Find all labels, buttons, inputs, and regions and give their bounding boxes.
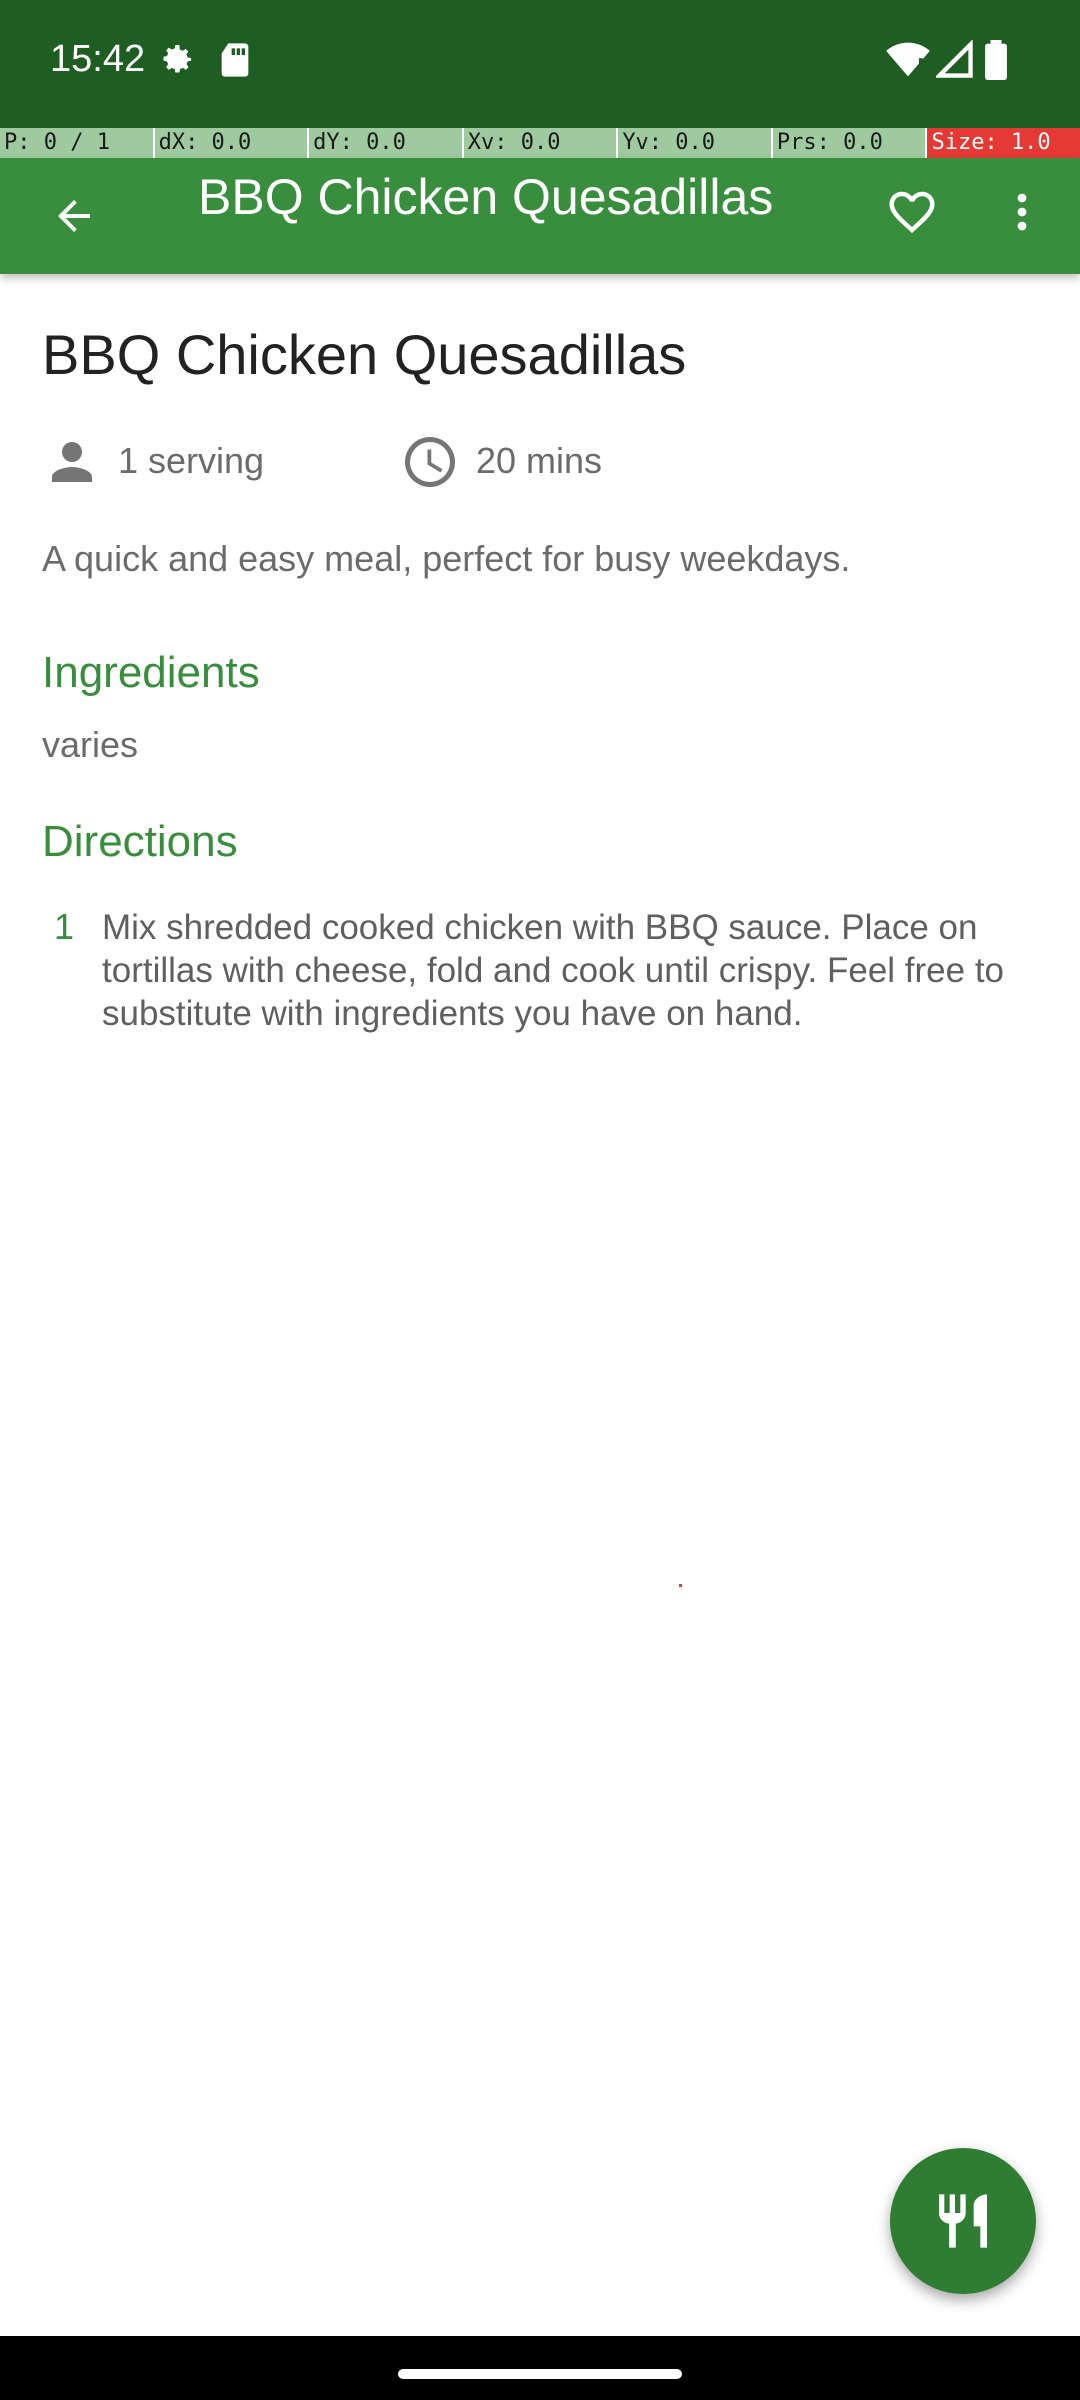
directions-heading: Directions [42,817,238,866]
heart-outline-icon [889,191,935,234]
home-gesture-handle[interactable] [398,2369,682,2379]
ingredients-heading: Ingredients [42,648,260,697]
pointer-location-overlay: P: 0 / 1 dX: 0.0 dY: 0.0 Xv: 0.0 Yv: 0.0… [0,128,1080,158]
app-bar-title: BBQ Chicken Quesadillas [198,169,774,225]
cook-time-text: 20 mins [476,440,603,481]
arrow-back-icon [58,200,90,232]
pointer-size: Size: 1.0 [927,128,1080,158]
navigation-bar [0,2336,1080,2400]
direction-step-number: 1 [54,906,75,947]
pointer-count: P: 0 / 1 [0,128,155,158]
servings-text: 1 serving [118,440,265,481]
sd-card-icon [218,40,252,85]
touch-indicator-dot [679,1584,682,1587]
status-bar: 15:42 [0,0,1080,128]
recipe-description: A quick and easy meal, perfect for busy … [42,538,851,579]
cook-mode-fab[interactable] [890,2148,1036,2294]
pointer-xv: Xv: 0.0 [463,128,619,158]
restaurant-icon [939,2194,987,2248]
settings-icon [156,40,196,85]
favorite-button[interactable] [876,176,948,248]
pointer-dy: dY: 0.0 [309,128,464,158]
battery-icon [984,40,1008,85]
recipe-meta: 1 serving 20 mins [42,432,1042,496]
status-time: 15:42 [50,38,146,80]
signal-icon [934,39,974,85]
wifi-icon [886,40,930,85]
recipe-detail-screen: 15:42 P: 0 / 1 dX: 0.0 dY: 0.0 Xv: 0.0 Y… [0,0,1080,2400]
direction-step-text: Mix shredded cooked chicken with BBQ sau… [102,908,1005,1033]
more-vert-icon [1017,193,1027,231]
back-button[interactable] [38,180,110,252]
recipe-title: BBQ Chicken Quesadillas [42,323,687,386]
pointer-dx: dX: 0.0 [154,128,310,158]
app-bar: BBQ Chicken Quesadillas [0,158,1080,274]
pointer-pressure: Prs: 0.0 [772,128,928,158]
ingredient-item: varies [42,724,139,765]
person-icon [52,442,92,482]
pointer-yv: Yv: 0.0 [618,128,773,158]
more-options-button[interactable] [986,176,1058,248]
clock-icon [405,437,455,487]
